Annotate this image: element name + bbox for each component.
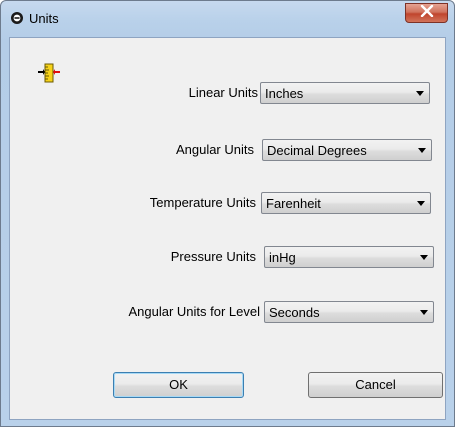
ruler-units-icon — [38, 62, 60, 84]
window-title: Units — [29, 11, 59, 26]
ok-button[interactable]: OK — [113, 372, 244, 398]
angular-units-for-level-select[interactable]: Seconds — [264, 301, 434, 323]
chevron-down-icon — [420, 310, 428, 315]
angular-units-select[interactable]: Decimal Degrees — [262, 139, 432, 161]
pressure-units-select[interactable]: inHg — [264, 246, 434, 268]
angular-units-label: Angular Units — [175, 142, 254, 157]
temperature-units-value: Farenheit — [266, 196, 321, 211]
settings-app-icon — [10, 11, 24, 25]
dialog-content: Linear Units Inches Angular Units Decima… — [9, 37, 446, 420]
close-button[interactable] — [405, 3, 448, 23]
linear-units-label: Linear Units — [188, 85, 258, 100]
linear-units-select[interactable]: Inches — [260, 82, 430, 104]
angular-units-for-level-value: Seconds — [269, 305, 320, 320]
chevron-down-icon — [420, 255, 428, 260]
pressure-units-label: Pressure Units — [170, 249, 256, 264]
angular-units-value: Decimal Degrees — [267, 143, 367, 158]
cancel-button[interactable]: Cancel — [308, 372, 443, 398]
temperature-units-select[interactable]: Farenheit — [261, 192, 431, 214]
chevron-down-icon — [416, 91, 424, 96]
chevron-down-icon — [417, 201, 425, 206]
temperature-units-label: Temperature Units — [149, 195, 256, 210]
close-icon — [420, 4, 434, 22]
linear-units-value: Inches — [265, 86, 304, 101]
units-dialog: Units Linear Units Inches Angular Units … — [0, 0, 455, 427]
chevron-down-icon — [418, 148, 426, 153]
angular-units-for-level-label: Angular Units for Level — [128, 304, 260, 319]
title-bar[interactable]: Units — [1, 1, 454, 37]
pressure-units-value: inHg — [269, 250, 296, 265]
